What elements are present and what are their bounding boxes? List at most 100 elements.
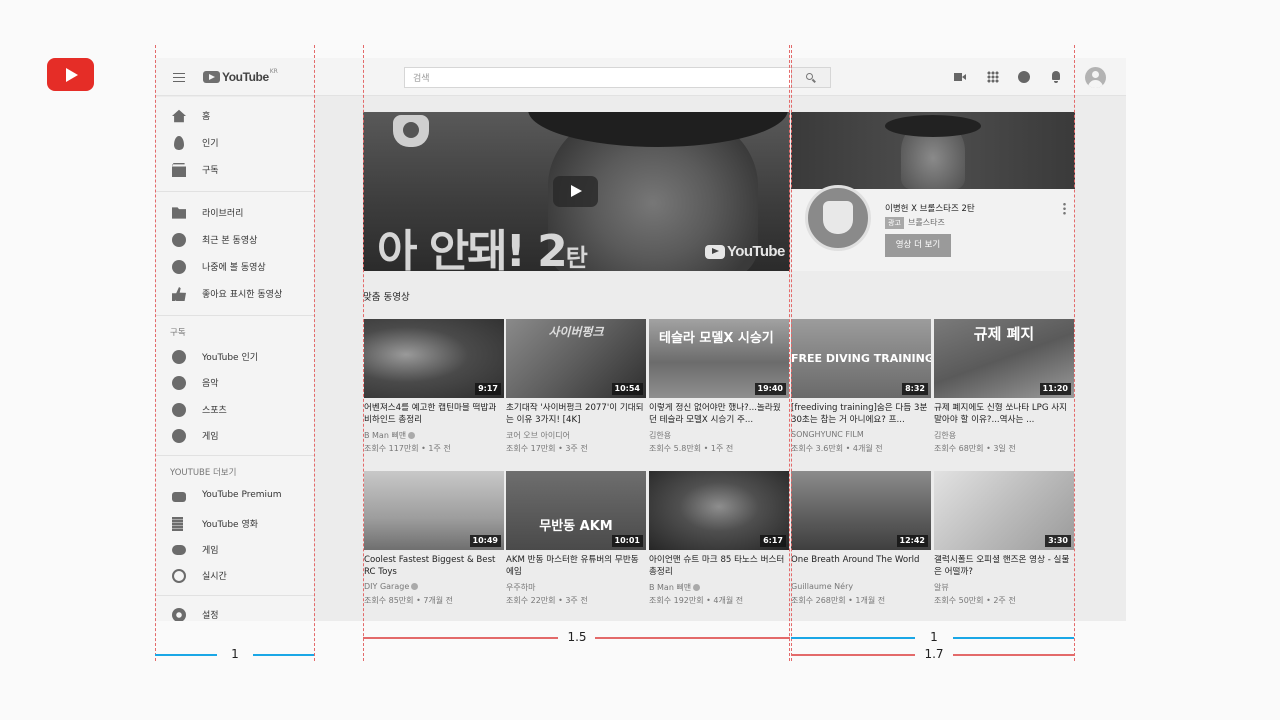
channel-name: B Man 삐맨 <box>364 431 407 440</box>
sidebar-item-sports[interactable]: 스포츠 <box>155 399 314 421</box>
history-icon <box>172 233 186 247</box>
guide-line <box>363 45 364 661</box>
video-channel[interactable]: 코어 오브 아이디어 <box>506 430 646 441</box>
video-title[interactable]: One Breath Around The World <box>791 555 929 578</box>
video-channel[interactable]: 우주하마 <box>506 582 646 593</box>
search-input[interactable]: 검색 <box>404 67 792 88</box>
sidebar-item-label: 최근 본 동영상 <box>202 236 258 246</box>
logo-text: YouTube <box>222 70 269 84</box>
sidebar-item-liked-videos[interactable]: 좋아요 표시한 동영상 <box>155 283 314 305</box>
channel-name: 코어 오브 아이디어 <box>506 431 570 440</box>
apps-grid-icon[interactable] <box>987 71 999 83</box>
gaming-controller-icon <box>172 545 186 555</box>
video-title[interactable]: [freediving training]숨은 다듬 3분 30초는 참는 거 … <box>791 403 929 426</box>
measure-label-right-red: 1.7 <box>924 647 944 661</box>
video-thumbnail[interactable]: 10:49 <box>364 471 504 550</box>
home-icon <box>172 109 186 123</box>
guide-line <box>791 45 792 661</box>
video-channel[interactable]: 알뷰 <box>934 582 1074 593</box>
sidebar-item-settings[interactable]: 설정 <box>155 604 314 621</box>
thumbnail-text: 테슬라 모델X 시승기 <box>659 331 774 346</box>
video-thumbnail[interactable]: 6:17 <box>649 471 789 550</box>
video-channel[interactable]: 김한용 <box>649 430 789 441</box>
banner-youtube-mark: YouTube <box>705 243 785 260</box>
video-meta: 조회수 117만회 • 1주 전 <box>364 444 451 453</box>
sidebar-item-gaming-more[interactable]: 게임 <box>155 539 314 561</box>
sidebar-item-music[interactable]: 음악 <box>155 372 314 394</box>
video-channel[interactable]: Guillaume Néry <box>791 582 931 591</box>
video-title[interactable]: AKM 반동 마스터한 유튜버의 무반동 에임 <box>506 555 644 578</box>
ad-cover-hat <box>885 115 981 137</box>
video-channel[interactable]: B Man 삐맨 <box>649 582 789 593</box>
video-meta: 조회수 17만회 • 3주 전 <box>506 444 588 453</box>
banner-video[interactable]: 아 안돼! 2탄 YouTube <box>363 112 790 271</box>
video-channel[interactable]: DIY Garage <box>364 582 504 591</box>
video-channel[interactable]: B Man 삐맨 <box>364 430 504 441</box>
youtube-logo-icon <box>47 58 94 91</box>
channel-name: Guillaume Néry <box>791 582 854 591</box>
video-title[interactable]: 규제 폐지에도 신형 쏘나타 LPG 사지 말아야 할 이유?...역사는 ..… <box>934 403 1072 426</box>
video-title[interactable]: 이렇게 정신 없어야만 했나?...놀라웠던 테슬라 모델X 시승기 주... <box>649 403 787 426</box>
verified-check-icon <box>693 584 701 591</box>
channel-name: DIY Garage <box>364 582 410 591</box>
video-title[interactable]: Coolest Fastest Biggest & Best RC Toys <box>364 555 502 578</box>
banner-title-number: 2 <box>537 226 568 271</box>
sidebar-item-label: YouTube Premium <box>202 490 282 500</box>
play-button-icon[interactable] <box>553 176 598 207</box>
video-camera-icon[interactable] <box>954 71 966 83</box>
video-duration: 10:01 <box>611 535 643 547</box>
sidebar-item-trending[interactable]: 인기 <box>155 132 314 154</box>
sidebar-item-watch-later[interactable]: 나중에 볼 동영상 <box>155 256 314 278</box>
notifications-bell-icon[interactable] <box>1050 71 1062 83</box>
video-title[interactable]: 아이언맨 슈트 마크 85 타노스 버스터 총정리 <box>649 555 787 578</box>
guide-line <box>314 45 315 661</box>
sidebar-item-home[interactable]: 홈 <box>155 105 314 127</box>
ad-channel[interactable]: 브롤스타즈 <box>908 217 945 228</box>
sidebar-item-gaming[interactable]: 게임 <box>155 425 314 447</box>
sidebar-item-label: 좋아요 표시한 동영상 <box>202 290 283 300</box>
video-thumbnail[interactable]: 테슬라 모델X 시승기 19:40 <box>649 319 789 398</box>
video-thumbnail[interactable]: 규제 폐지 11:20 <box>934 319 1074 398</box>
brawl-stars-crest-icon <box>393 115 429 147</box>
measure-line-right-blue <box>953 637 1074 639</box>
sidebar-item-youtube-premium[interactable]: YouTube Premium <box>155 486 314 508</box>
watch-more-button[interactable]: 영상 더 보기 <box>885 234 951 257</box>
video-thumbnail[interactable]: 9:17 <box>364 319 504 398</box>
sidebar-item-youtube-movies[interactable]: YouTube 영화 <box>155 513 314 535</box>
account-avatar[interactable] <box>1085 67 1106 88</box>
banner-title-suffix: 탄 <box>565 244 588 271</box>
brawl-stars-channel-icon[interactable] <box>805 185 871 251</box>
verified-check-icon <box>408 432 416 439</box>
sidebar-item-subscriptions[interactable]: 구독 <box>155 159 314 181</box>
video-title[interactable]: 어벤져스4를 예고한 캡틴마블 떡밥과 비하인드 총정리 <box>364 403 502 426</box>
youtube-logo[interactable]: YouTube KR <box>203 68 278 84</box>
video-thumbnail[interactable]: 무반동 AKM 10:01 <box>506 471 646 550</box>
video-duration: 11:20 <box>1039 383 1071 395</box>
search-button[interactable] <box>792 67 831 88</box>
video-thumbnail[interactable]: FREE DIVING TRAINING 8:32 <box>791 319 931 398</box>
more-options-icon[interactable] <box>1063 202 1066 215</box>
sidebar-item-label: 설정 <box>202 611 219 621</box>
video-title[interactable]: 초기대작 '사이버펑크 2077'이 기대되는 이유 3가지! [4K] <box>506 403 644 426</box>
video-duration: 10:49 <box>469 535 501 547</box>
sidebar-item-history[interactable]: 최근 본 동영상 <box>155 229 314 251</box>
channel-name: 우주하마 <box>506 583 536 592</box>
video-channel[interactable]: 김한용 <box>934 430 1074 441</box>
video-title[interactable]: 갤럭시폴드 오피셜 핸즈온 영상 - 실물은 어떨까? <box>934 555 1072 578</box>
sidebar-item-library[interactable]: 라이브러리 <box>155 202 314 224</box>
video-meta: 조회수 50만회 • 2주 전 <box>934 596 1016 605</box>
video-thumbnail[interactable]: 12:42 <box>791 471 931 550</box>
ad-title[interactable]: 이병헌 X 브롤스타즈 2탄 <box>885 202 975 214</box>
video-thumbnail[interactable]: 사이버펑크 10:54 <box>506 319 646 398</box>
video-thumbnail[interactable]: 3:30 <box>934 471 1074 550</box>
sidebar-item-live[interactable]: 실시간 <box>155 565 314 587</box>
channel-name: 알뷰 <box>934 583 949 592</box>
sidebar-item-youtube-popular[interactable]: YouTube 인기 <box>155 346 314 368</box>
hamburger-icon[interactable] <box>173 73 185 82</box>
video-meta: 조회수 85만회 • 7개월 전 <box>364 596 454 605</box>
youtube-play-icon <box>203 71 220 83</box>
messages-icon[interactable] <box>1018 71 1030 83</box>
sidebar-item-label: 스포츠 <box>202 406 227 416</box>
video-channel[interactable]: SONGHYUNC FILM <box>791 430 931 439</box>
library-folder-icon <box>172 207 186 219</box>
